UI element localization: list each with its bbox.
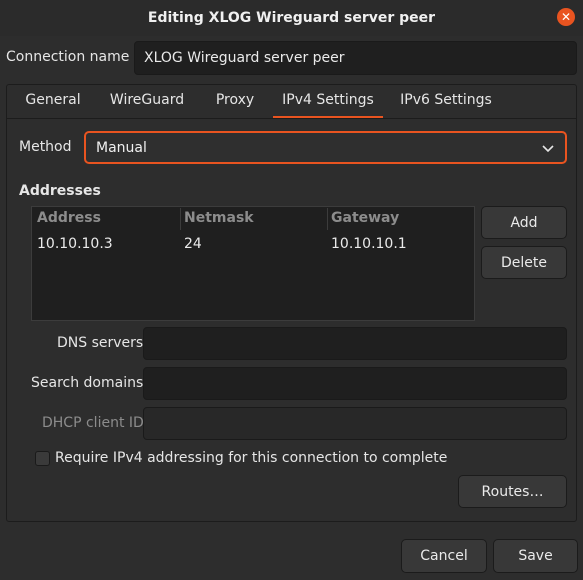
close-button[interactable]: ✕ — [557, 8, 575, 26]
tab-proxy[interactable]: Proxy — [204, 84, 266, 118]
method-value: Manual — [96, 139, 147, 156]
column-divider — [327, 208, 328, 230]
delete-button[interactable]: Delete — [481, 246, 567, 279]
dhcp-client-id-label: DHCP client ID — [42, 415, 144, 431]
search-domains-label: Search domains — [31, 375, 144, 391]
search-domains-field[interactable] — [143, 367, 567, 400]
dns-servers-label: DNS servers — [57, 335, 144, 351]
require-ipv4-checkbox[interactable] — [35, 451, 50, 466]
cancel-button[interactable]: Cancel — [401, 539, 487, 573]
chevron-down-icon — [542, 145, 554, 153]
tab-wireguard[interactable]: WireGuard — [98, 84, 196, 118]
tab-general[interactable]: General — [14, 84, 92, 118]
dhcp-client-id-field[interactable] — [143, 407, 567, 440]
add-button[interactable]: Add — [481, 206, 567, 239]
tab-divider — [7, 118, 576, 119]
column-header-netmask[interactable]: Netmask — [184, 210, 254, 226]
gateway-cell[interactable]: 10.10.10.1 — [331, 236, 407, 252]
address-cell[interactable]: 10.10.10.3 — [37, 236, 113, 252]
method-dropdown[interactable]: Manual — [84, 131, 567, 164]
addresses-heading: Addresses — [19, 183, 101, 199]
tab-ipv4-settings[interactable]: IPv4 Settings — [273, 84, 383, 118]
close-icon: ✕ — [560, 10, 572, 24]
require-ipv4-label[interactable]: Require IPv4 addressing for this connect… — [55, 450, 447, 466]
column-header-gateway[interactable]: Gateway — [331, 210, 399, 226]
method-label: Method — [19, 139, 72, 155]
tab-ipv6-settings[interactable]: IPv6 Settings — [392, 84, 500, 118]
connection-name-label: Connection name — [6, 49, 130, 65]
column-divider — [180, 208, 181, 230]
window-title: Editing XLOG Wireguard server peer — [147, 10, 436, 26]
netmask-cell[interactable]: 24 — [184, 236, 202, 252]
connection-name-field[interactable]: XLOG Wireguard server peer — [134, 41, 577, 75]
routes-button[interactable]: Routes… — [458, 475, 567, 508]
dns-servers-field[interactable] — [143, 327, 567, 360]
column-header-address[interactable]: Address — [37, 210, 101, 226]
save-button[interactable]: Save — [493, 539, 578, 573]
